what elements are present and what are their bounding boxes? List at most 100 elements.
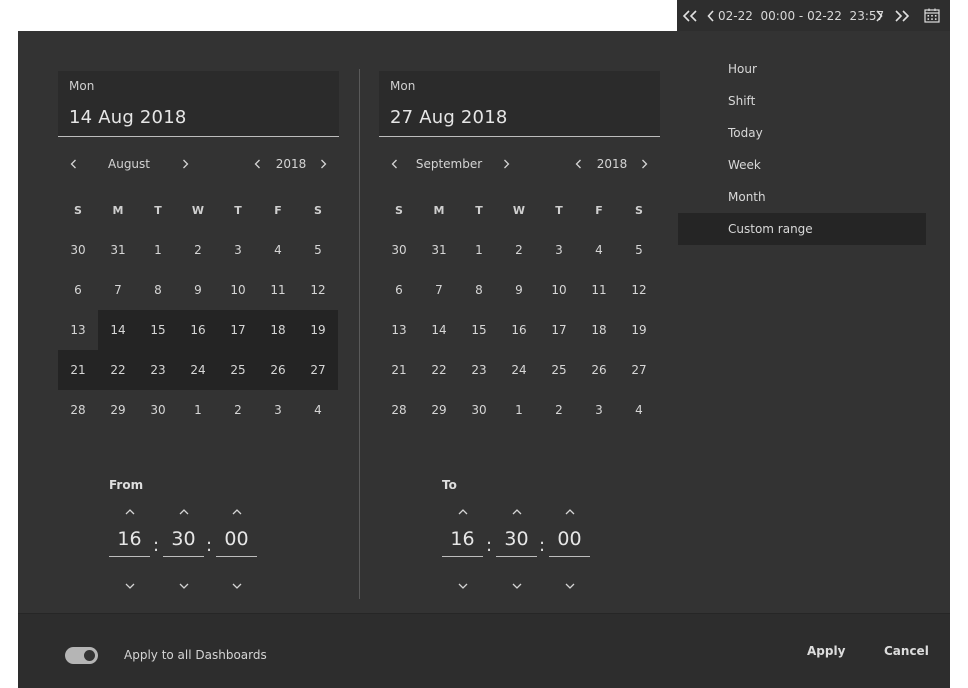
day-cell-selected[interactable]: 25 bbox=[218, 350, 258, 390]
chevron-down-icon[interactable] bbox=[177, 578, 191, 592]
chevron-down-icon[interactable] bbox=[456, 578, 470, 592]
chevron-right-icon[interactable] bbox=[874, 0, 884, 31]
day-cell-selected[interactable]: 26 bbox=[258, 350, 298, 390]
day-cell[interactable]: 8 bbox=[138, 270, 178, 310]
day-cell[interactable]: 8 bbox=[459, 270, 499, 310]
day-cell-selected[interactable]: 14 bbox=[98, 310, 138, 350]
double-chevron-left-icon[interactable] bbox=[681, 0, 699, 31]
day-cell[interactable]: 16 bbox=[499, 310, 539, 350]
chevron-up-icon[interactable] bbox=[123, 504, 137, 518]
day-cell[interactable]: 28 bbox=[58, 390, 98, 430]
day-cell[interactable]: 1 bbox=[178, 390, 218, 430]
prev-year-icon[interactable] bbox=[251, 157, 265, 171]
day-cell-selected[interactable]: 18 bbox=[258, 310, 298, 350]
day-cell[interactable]: 31 bbox=[419, 230, 459, 270]
day-cell-selected[interactable]: 23 bbox=[138, 350, 178, 390]
day-cell[interactable]: 4 bbox=[579, 230, 619, 270]
day-cell[interactable]: 15 bbox=[459, 310, 499, 350]
day-cell[interactable]: 7 bbox=[98, 270, 138, 310]
day-cell[interactable]: 13 bbox=[58, 310, 98, 350]
day-cell[interactable]: 3 bbox=[258, 390, 298, 430]
day-cell-selected[interactable]: 27 bbox=[298, 350, 338, 390]
chevron-up-icon[interactable] bbox=[177, 504, 191, 518]
day-cell[interactable]: 19 bbox=[619, 310, 659, 350]
day-cell[interactable]: 3 bbox=[579, 390, 619, 430]
from-minutes-value[interactable]: 30 bbox=[163, 528, 204, 557]
calendar-icon[interactable] bbox=[923, 0, 941, 31]
day-cell[interactable]: 9 bbox=[178, 270, 218, 310]
day-cell-selected[interactable]: 22 bbox=[98, 350, 138, 390]
day-cell-selected[interactable]: 15 bbox=[138, 310, 178, 350]
chevron-down-icon[interactable] bbox=[230, 578, 244, 592]
range-readout[interactable]: 02-22 00:00 - 02-22 23:57 bbox=[718, 0, 884, 31]
day-cell[interactable]: 1 bbox=[138, 230, 178, 270]
day-cell[interactable]: 4 bbox=[619, 390, 659, 430]
prev-year-icon[interactable] bbox=[572, 157, 586, 171]
day-cell-selected[interactable]: 24 bbox=[178, 350, 218, 390]
to-date-field[interactable]: Mon 27 Aug 2018 bbox=[379, 71, 660, 137]
day-cell[interactable]: 10 bbox=[539, 270, 579, 310]
day-cell[interactable]: 29 bbox=[419, 390, 459, 430]
apply-button[interactable]: Apply bbox=[807, 644, 845, 658]
next-year-icon[interactable] bbox=[316, 157, 330, 171]
day-cell[interactable]: 1 bbox=[499, 390, 539, 430]
day-cell[interactable]: 4 bbox=[298, 390, 338, 430]
to-minutes-value[interactable]: 30 bbox=[496, 528, 537, 557]
chevron-up-icon[interactable] bbox=[563, 504, 577, 518]
day-cell[interactable]: 17 bbox=[539, 310, 579, 350]
day-cell[interactable]: 6 bbox=[379, 270, 419, 310]
day-cell[interactable]: 5 bbox=[298, 230, 338, 270]
next-month-icon[interactable] bbox=[178, 157, 192, 171]
menu-item-week[interactable]: Week bbox=[678, 149, 926, 181]
day-cell[interactable]: 18 bbox=[579, 310, 619, 350]
day-cell[interactable]: 29 bbox=[98, 390, 138, 430]
to-hours-value[interactable]: 16 bbox=[442, 528, 483, 557]
from-seconds-value[interactable]: 00 bbox=[216, 528, 257, 557]
day-cell[interactable]: 4 bbox=[258, 230, 298, 270]
day-cell[interactable]: 24 bbox=[499, 350, 539, 390]
day-cell[interactable]: 11 bbox=[579, 270, 619, 310]
day-cell-selected[interactable]: 16 bbox=[178, 310, 218, 350]
day-cell[interactable]: 2 bbox=[178, 230, 218, 270]
chevron-up-icon[interactable] bbox=[456, 504, 470, 518]
chevron-down-icon[interactable] bbox=[123, 578, 137, 592]
chevron-down-icon[interactable] bbox=[510, 578, 524, 592]
day-cell-selected[interactable]: 19 bbox=[298, 310, 338, 350]
day-cell[interactable]: 30 bbox=[459, 390, 499, 430]
day-cell-selected[interactable]: 17 bbox=[218, 310, 258, 350]
chevron-left-icon[interactable] bbox=[706, 0, 716, 31]
day-cell[interactable]: 30 bbox=[58, 230, 98, 270]
day-cell[interactable]: 23 bbox=[459, 350, 499, 390]
day-cell[interactable]: 2 bbox=[539, 390, 579, 430]
day-cell[interactable]: 7 bbox=[419, 270, 459, 310]
day-cell[interactable]: 31 bbox=[98, 230, 138, 270]
next-month-icon[interactable] bbox=[499, 157, 513, 171]
day-cell[interactable]: 30 bbox=[138, 390, 178, 430]
day-cell[interactable]: 2 bbox=[499, 230, 539, 270]
day-cell[interactable]: 9 bbox=[499, 270, 539, 310]
double-chevron-right-icon[interactable] bbox=[893, 0, 911, 31]
day-cell[interactable]: 30 bbox=[379, 230, 419, 270]
day-cell[interactable]: 11 bbox=[258, 270, 298, 310]
day-cell[interactable]: 26 bbox=[579, 350, 619, 390]
day-cell[interactable]: 25 bbox=[539, 350, 579, 390]
from-date-field[interactable]: Mon 14 Aug 2018 bbox=[58, 71, 339, 137]
day-cell[interactable]: 13 bbox=[379, 310, 419, 350]
to-seconds-value[interactable]: 00 bbox=[549, 528, 590, 557]
prev-month-icon[interactable] bbox=[67, 157, 81, 171]
day-cell-selected[interactable]: 21 bbox=[58, 350, 98, 390]
day-cell[interactable]: 27 bbox=[619, 350, 659, 390]
chevron-up-icon[interactable] bbox=[510, 504, 524, 518]
cancel-button[interactable]: Cancel bbox=[884, 644, 929, 658]
day-cell[interactable]: 21 bbox=[379, 350, 419, 390]
day-cell[interactable]: 12 bbox=[298, 270, 338, 310]
day-cell[interactable]: 22 bbox=[419, 350, 459, 390]
day-cell[interactable]: 10 bbox=[218, 270, 258, 310]
day-cell[interactable]: 2 bbox=[218, 390, 258, 430]
day-cell[interactable]: 28 bbox=[379, 390, 419, 430]
chevron-down-icon[interactable] bbox=[563, 578, 577, 592]
day-cell[interactable]: 14 bbox=[419, 310, 459, 350]
day-cell[interactable]: 3 bbox=[539, 230, 579, 270]
menu-item-custom-range[interactable]: Custom range bbox=[678, 213, 926, 245]
day-cell[interactable]: 1 bbox=[459, 230, 499, 270]
